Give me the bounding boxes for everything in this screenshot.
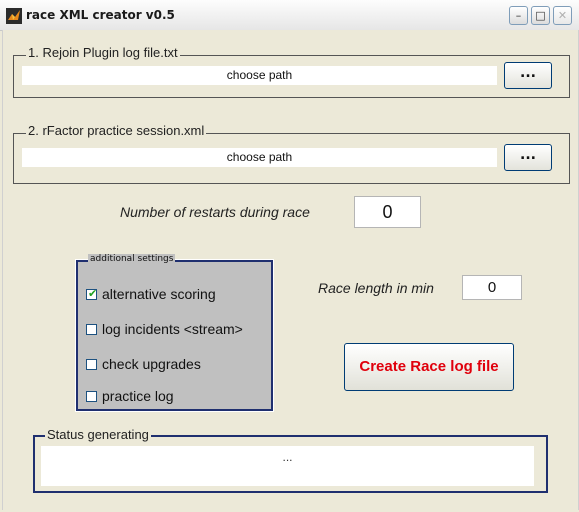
practice-log-label: practice log [102,388,174,404]
maximize-icon: □ [535,9,546,22]
log-incidents-checkbox[interactable] [86,324,97,335]
status-output: ... [41,446,534,486]
status-group: Status generating ... [33,427,548,493]
log-incidents-label: log incidents <stream> [102,321,243,337]
check-upgrades-label: check upgrades [102,356,201,372]
additional-settings-panel: additional settings ✔ alternative scorin… [75,254,274,412]
race-length-input[interactable]: 0 [462,275,522,300]
practice-log-checkbox[interactable] [86,391,97,402]
race-length-label: Race length in min [318,280,434,296]
session-xml-legend: 2. rFactor practice session.xml [26,123,207,138]
close-icon: ✕ [557,9,568,22]
alternative-scoring-label: alternative scoring [102,286,216,302]
minimize-icon: – [515,9,522,22]
rejoin-log-path-field[interactable]: choose path [22,66,497,85]
title-bar[interactable]: race XML creator v0.5 – □ ✕ [0,0,579,31]
status-legend: Status generating [45,427,151,442]
rejoin-log-group: 1. Rejoin Plugin log file.txt choose pat… [13,45,570,98]
alternative-scoring-checkbox[interactable]: ✔ [86,287,98,300]
rejoin-log-browse-button[interactable]: ... [504,62,552,89]
additional-settings-group: additional settings ✔ alternative scorin… [76,254,273,411]
restarts-input[interactable]: 0 [354,196,421,228]
window-title: race XML creator v0.5 [26,8,175,22]
client-area: 1. Rejoin Plugin log file.txt choose pat… [2,30,579,510]
minimize-button[interactable]: – [509,6,528,25]
session-xml-path-field[interactable]: choose path [22,148,497,167]
checkmark-icon: ✔ [88,287,98,300]
close-button[interactable]: ✕ [553,6,572,25]
check-upgrades-checkbox[interactable] [86,359,97,370]
restarts-label: Number of restarts during race [120,204,310,220]
matlab-icon [6,8,22,24]
create-race-log-button[interactable]: Create Race log file [344,343,514,391]
session-xml-group: 2. rFactor practice session.xml choose p… [13,123,570,184]
rejoin-log-legend: 1. Rejoin Plugin log file.txt [26,45,180,60]
session-xml-browse-button[interactable]: ... [504,144,552,171]
maximize-button[interactable]: □ [531,6,550,25]
app-window: race XML creator v0.5 – □ ✕ 1. Rejoin Pl… [0,0,579,512]
additional-settings-legend: additional settings [88,254,176,264]
